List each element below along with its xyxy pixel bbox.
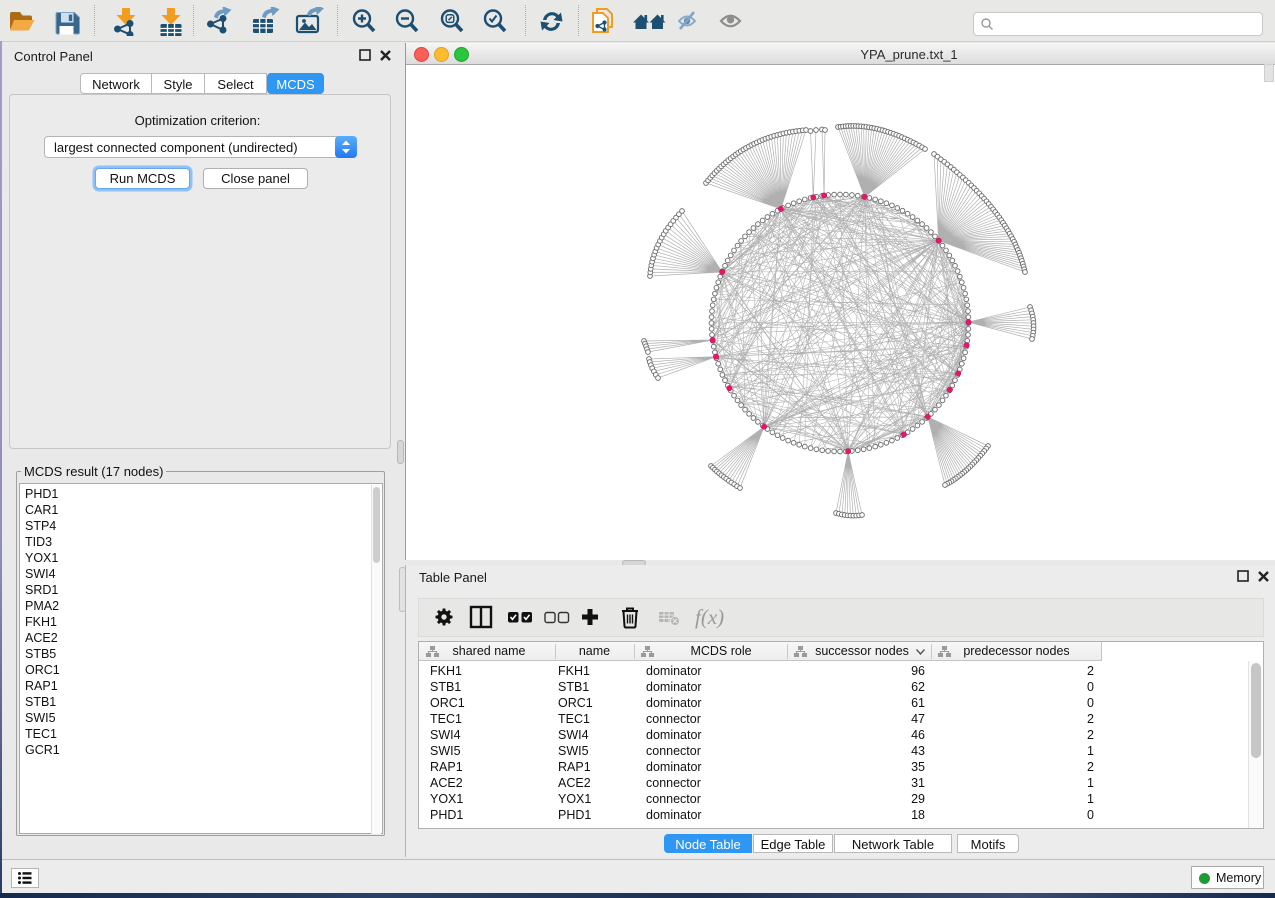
svg-text:f(x): f(x) bbox=[695, 605, 724, 629]
